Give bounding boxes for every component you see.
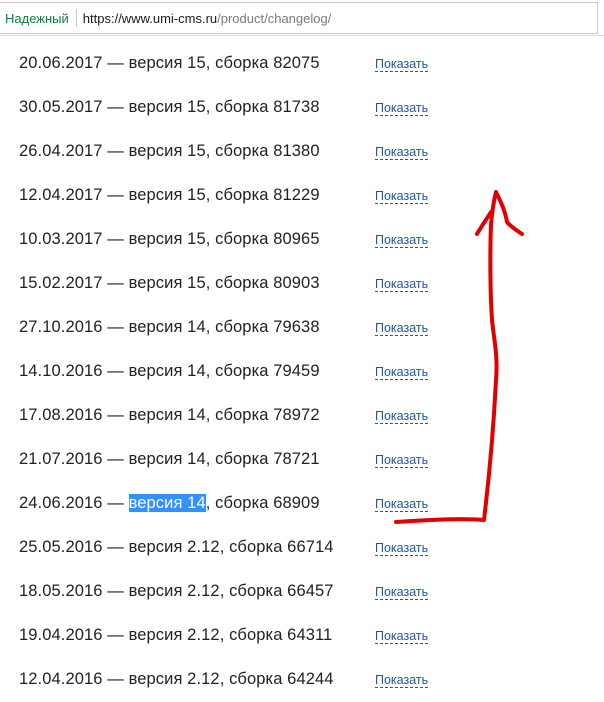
show-link[interactable]: Показать xyxy=(375,189,429,204)
secure-label[interactable]: Надежный xyxy=(0,11,69,26)
changelog-entry-text: 10.03.2017 — версия 15, сборка 80965 xyxy=(19,230,320,248)
entry-build: сборка 81738 xyxy=(215,98,320,116)
entry-build: сборка 81380 xyxy=(215,142,320,160)
entry-date: 27.10.2016 xyxy=(19,318,103,336)
changelog-row: 21.07.2016 — версия 14, сборка 78721 Пока… xyxy=(0,438,604,482)
show-link[interactable]: Показать xyxy=(375,585,429,600)
show-link[interactable]: Показать xyxy=(375,277,429,292)
separator xyxy=(75,9,77,27)
changelog-entry-text: 14.10.2016 — версия 14, сборка 79459 xyxy=(19,362,320,380)
changelog-entry-text: 15.02.2017 — версия 15, сборка 80903 xyxy=(19,274,320,292)
changelog-row: 20.06.2017 — версия 15, сборка 82075 Пока… xyxy=(0,42,604,86)
entry-version: версия 14 xyxy=(128,494,206,512)
entry-build: сборка 81229 xyxy=(215,186,320,204)
show-link[interactable]: Показать xyxy=(375,365,429,380)
changelog-entry-text: 12.04.2016 — версия 2.12, сборка 64244 xyxy=(19,670,334,688)
entry-date: 25.05.2016 xyxy=(19,538,103,556)
entry-date: 21.07.2016 xyxy=(19,450,103,468)
changelog-row: 17.08.2016 — версия 14, сборка 78972 Пока… xyxy=(0,394,604,438)
changelog-entry-text: 20.06.2017 — версия 15, сборка 82075 xyxy=(19,54,320,72)
changelog-row: 30.05.2017 — версия 15, сборка 81738 Пока… xyxy=(0,86,604,130)
changelog-row: 24.06.2016 — версия 14, сборка 68909 Пока… xyxy=(0,482,604,526)
entry-version: версия 15 xyxy=(128,186,206,204)
entry-build: сборка 68909 xyxy=(215,494,320,512)
show-link[interactable]: Показать xyxy=(375,541,429,556)
show-link[interactable]: Показать xyxy=(375,145,429,160)
show-link[interactable]: Показать xyxy=(375,629,429,644)
changelog-entry-text: 18.05.2016 — версия 2.12, сборка 66457 xyxy=(19,582,334,600)
entry-date: 30.05.2017 xyxy=(19,98,103,116)
entry-build: сборка 64311 xyxy=(229,626,333,644)
entry-version: версия 15 xyxy=(128,230,206,248)
entry-build: сборка 78721 xyxy=(215,450,320,468)
changelog-row: 25.05.2016 — версия 2.12, сборка 66714 По… xyxy=(0,526,604,570)
changelog-entry-text: 25.05.2016 — версия 2.12, сборка 66714 xyxy=(19,538,334,556)
entry-build: сборка 64244 xyxy=(229,670,334,688)
show-link[interactable]: Показать xyxy=(375,673,429,688)
changelog-entry-text: 26.04.2017 — версия 15, сборка 81380 xyxy=(19,142,320,160)
changelog-row: 15.02.2017 — версия 15, сборка 80903 Пока… xyxy=(0,262,604,306)
entry-version: версия 15 xyxy=(128,274,206,292)
changelog-row: 19.04.2016 — версия 2.12, сборка 64311 По… xyxy=(0,614,604,658)
show-link[interactable]: Показать xyxy=(375,233,429,248)
entry-date: 20.06.2017 xyxy=(19,54,103,72)
entry-date: 12.04.2017 xyxy=(19,186,103,204)
entry-version: версия 14 xyxy=(128,318,206,336)
entry-date: 17.08.2016 xyxy=(19,406,103,424)
entry-date: 12.04.2016 xyxy=(19,670,103,688)
changelog-row: 14.10.2016 — версия 14, сборка 79459 Пока… xyxy=(0,350,604,394)
url-field[interactable]: Надежный https://www.umi-cms.ru/product/… xyxy=(0,2,598,34)
entry-build: сборка 66714 xyxy=(229,538,334,556)
changelog-row: 26.04.2017 — версия 15, сборка 81380 Пока… xyxy=(0,130,604,174)
url-path: /product/changelog/ xyxy=(217,10,332,26)
url-text[interactable]: https://www.umi-cms.ru/product/changelog… xyxy=(83,11,332,26)
address-bar: Надежный https://www.umi-cms.ru/product/… xyxy=(0,0,604,36)
entry-date: 10.03.2017 xyxy=(19,230,103,248)
entry-version: версия 2.12 xyxy=(128,670,220,688)
show-link[interactable]: Показать xyxy=(375,497,429,512)
show-link[interactable]: Показать xyxy=(375,101,429,116)
show-link[interactable]: Показать xyxy=(375,409,429,424)
changelog-entry-text: 19.04.2016 — версия 2.12, сборка 64311 xyxy=(19,626,333,644)
url-domain: https://www.umi-cms.ru xyxy=(82,10,218,26)
changelog-row: 27.10.2016 — версия 14, сборка 79638 Пока… xyxy=(0,306,604,350)
entry-version: версия 15 xyxy=(128,98,206,116)
entry-version: версия 15 xyxy=(128,142,206,160)
entry-build: сборка 80965 xyxy=(215,230,320,248)
changelog-entry-text: 24.06.2016 — версия 14, сборка 68909 xyxy=(19,494,320,512)
changelog-row: 12.04.2016 — версия 2.12, сборка 64244 По… xyxy=(0,658,604,702)
entry-build: сборка 82075 xyxy=(215,54,320,72)
changelog-entry-text: 30.05.2017 — версия 15, сборка 81738 xyxy=(19,98,320,116)
entry-version: версия 15 xyxy=(128,54,206,72)
entry-build: сборка 80903 xyxy=(215,274,320,292)
entry-version: версия 2.12 xyxy=(128,582,220,600)
entry-version: версия 14 xyxy=(128,362,206,380)
entry-version: версия 2.12 xyxy=(128,538,220,556)
entry-build: сборка 79459 xyxy=(215,362,320,380)
changelog-entry-text: 17.08.2016 — версия 14, сборка 78972 xyxy=(19,406,320,424)
entry-build: сборка 79638 xyxy=(215,318,320,336)
entry-version: версия 2.12 xyxy=(128,626,220,644)
entry-build: сборка 66457 xyxy=(229,582,334,600)
entry-date: 14.10.2016 xyxy=(19,362,103,380)
changelog-entry-text: 12.04.2017 — версия 15, сборка 81229 xyxy=(19,186,320,204)
entry-date: 19.04.2016 xyxy=(19,626,103,644)
entry-version: версия 14 xyxy=(128,406,206,424)
changelog-row: 18.05.2016 — версия 2.12, сборка 66457 По… xyxy=(0,570,604,614)
show-link[interactable]: Показать xyxy=(375,321,429,336)
changelog-row: 12.04.2017 — версия 15, сборка 81229 Пока… xyxy=(0,174,604,218)
entry-version: версия 14 xyxy=(128,450,206,468)
entry-date: 24.06.2016 xyxy=(19,494,103,512)
entry-build: сборка 78972 xyxy=(215,406,320,424)
changelog-entry-text: 27.10.2016 — версия 14, сборка 79638 xyxy=(19,318,320,336)
changelog-row: 10.03.2017 — версия 15, сборка 80965 Пока… xyxy=(0,218,604,262)
entry-date: 26.04.2017 xyxy=(19,142,103,160)
show-link[interactable]: Показать xyxy=(375,57,429,72)
entry-date: 18.05.2016 xyxy=(19,582,103,600)
changelog-entry-text: 21.07.2016 — версия 14, сборка 78721 xyxy=(19,450,320,468)
entry-date: 15.02.2017 xyxy=(19,274,103,292)
show-link[interactable]: Показать xyxy=(375,453,429,468)
